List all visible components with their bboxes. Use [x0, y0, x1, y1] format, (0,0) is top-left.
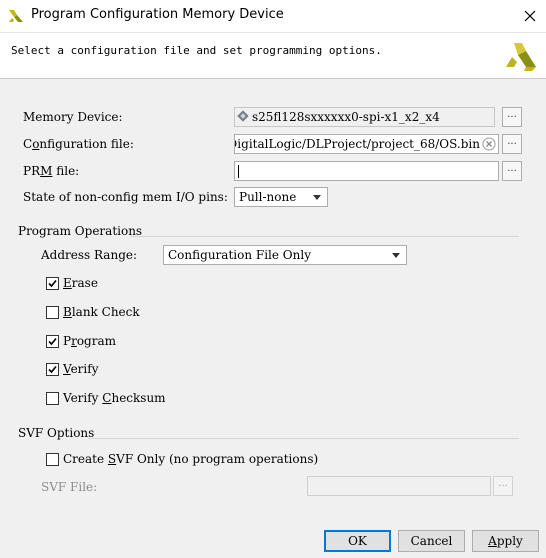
memory-device-label: Memory Device:: [23, 110, 123, 124]
checkmark-icon: [48, 365, 57, 374]
checkbox-box[interactable]: [46, 392, 59, 405]
text-cursor: [238, 165, 239, 178]
memory-device-browse-button[interactable]: ...: [502, 107, 522, 127]
program-option-label: Program: [63, 334, 117, 348]
checkbox-box[interactable]: [46, 335, 59, 348]
checkbox-box[interactable]: [46, 363, 59, 376]
header-panel: Select a configuration file and set prog…: [0, 33, 546, 79]
state-pins-label: State of non-config mem I/O pins:: [23, 190, 228, 204]
svf-file-input[interactable]: [307, 476, 491, 496]
program-option-label: Verify: [63, 362, 99, 376]
prm-file-input[interactable]: [234, 161, 499, 181]
program-option-label: Erase: [63, 276, 98, 290]
close-icon: [524, 10, 536, 22]
config-file-input[interactable]: DigitalLogic/DLProject/project_68/OS.bin: [234, 134, 499, 154]
program-option-label: Verify Checksum: [63, 391, 166, 405]
apply-button[interactable]: Apply: [472, 530, 539, 552]
memory-device-value: s25fl128sxxxxxx0-spi-x1_x2_x4: [252, 110, 440, 124]
checkbox-box[interactable]: [46, 277, 59, 290]
program-operations-divider: [130, 236, 519, 237]
program-operations-title: Program Operations: [18, 224, 143, 238]
chevron-down-icon: [313, 195, 321, 200]
memory-device-field[interactable]: s25fl128sxxxxxx0-spi-x1_x2_x4: [234, 107, 495, 127]
svf-options-title: SVF Options: [18, 426, 95, 440]
checkmark-icon: [48, 337, 57, 346]
title-bar: Program Configuration Memory Device: [0, 0, 546, 33]
state-pins-dropdown[interactable]: Pull-none: [234, 187, 328, 207]
prm-file-browse-button[interactable]: ...: [502, 161, 522, 181]
svf-file-label: SVF File:: [41, 480, 98, 494]
ok-button[interactable]: OK: [324, 530, 391, 552]
checkmark-icon: [48, 279, 57, 288]
header-description: Select a configuration file and set prog…: [11, 44, 382, 57]
prm-file-label: PRM file:: [23, 164, 80, 178]
close-button[interactable]: [514, 0, 546, 32]
svf-options-divider: [88, 438, 519, 439]
config-file-browse-button[interactable]: ...: [502, 134, 522, 154]
clear-icon[interactable]: [482, 137, 496, 154]
config-file-value: DigitalLogic/DLProject/project_68/OS.bin: [234, 137, 480, 151]
svf-file-browse-button[interactable]: ...: [493, 476, 513, 496]
state-pins-value: Pull-none: [239, 190, 297, 204]
xilinx-logo-icon: [8, 8, 24, 27]
chevron-down-icon: [392, 253, 400, 258]
checkbox-box[interactable]: [46, 306, 59, 319]
window-title: Program Configuration Memory Device: [31, 7, 284, 22]
address-range-value: Configuration File Only: [168, 248, 311, 262]
cancel-button[interactable]: Cancel: [398, 530, 465, 552]
config-file-label: Configuration file:: [23, 137, 134, 151]
chip-icon: [237, 109, 249, 127]
address-range-dropdown[interactable]: Configuration File Only: [163, 245, 407, 265]
vivado-logo-icon: [504, 41, 538, 76]
checkbox-box[interactable]: [46, 453, 59, 466]
create-svf-label: Create SVF Only (no program operations): [63, 452, 319, 466]
address-range-label: Address Range:: [41, 248, 138, 262]
program-option-label: Blank Check: [63, 305, 140, 319]
